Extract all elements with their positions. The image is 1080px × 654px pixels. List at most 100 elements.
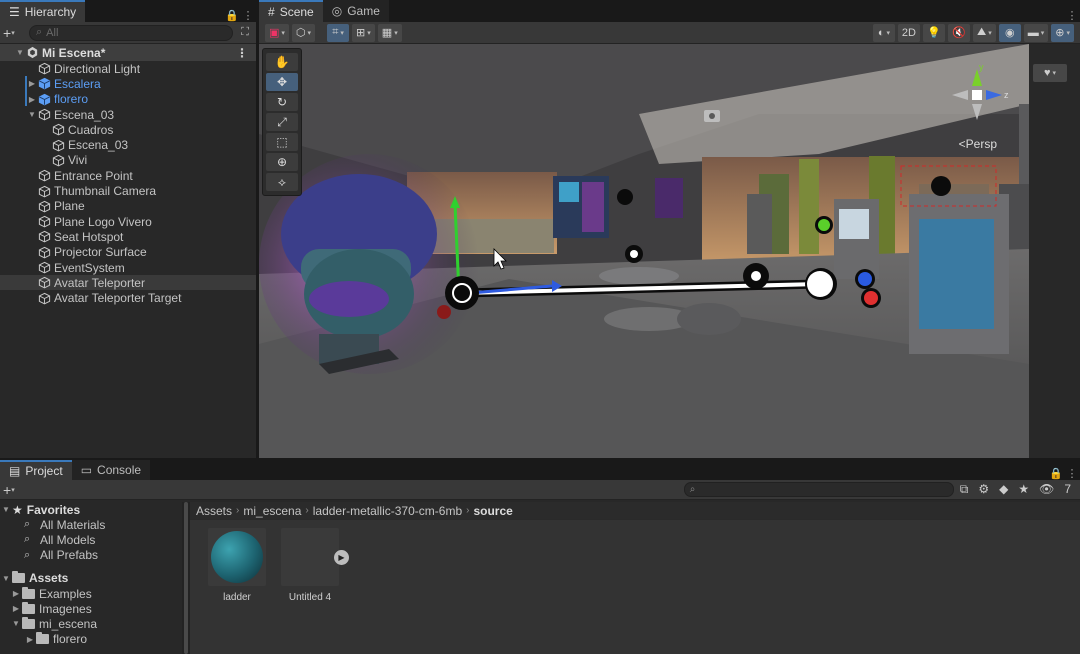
lighting-toggle-button[interactable]: 💡 (922, 23, 945, 42)
favorites-arrow-icon[interactable]: ▼ (0, 505, 12, 514)
search-by-label-icon[interactable]: ⚙ (978, 482, 989, 497)
tree-scrollbar[interactable] (184, 502, 188, 654)
collapse-arrow-icon[interactable]: ▶ (24, 635, 36, 644)
hierarchy-search-input[interactable]: ⌕ All (29, 24, 233, 41)
custom-tool-button[interactable]: ⟡ (266, 173, 298, 191)
favorites-row[interactable]: ▼ ★ Favorites (0, 502, 182, 517)
audio-toggle-button[interactable]: 🔇 (947, 23, 970, 42)
hierarchy-item[interactable]: Vivi (0, 153, 256, 168)
breadcrumb-item[interactable]: Assets (196, 504, 232, 518)
hierarchy-item[interactable]: ▶ florero (0, 92, 256, 107)
hierarchy-item[interactable]: Thumbnail Camera (0, 183, 256, 198)
transform-tool-button[interactable]: ⊕ (266, 153, 298, 171)
breadcrumb-item[interactable]: ladder-metallic-370-cm-6mb (313, 504, 462, 518)
hierarchy-item[interactable]: Escena_03 (0, 137, 256, 152)
hierarchy-item[interactable]: Entrance Point (0, 168, 256, 183)
rect-tool-button[interactable]: ⬚ (266, 133, 298, 151)
scene-visibility-icon[interactable]: ⛶ (237, 26, 253, 39)
orientation-gizmo[interactable]: y z (939, 64, 1019, 134)
hierarchy-item[interactable]: EventSystem (0, 260, 256, 275)
grid-snap-button[interactable]: ⌗ ▾ (327, 23, 350, 42)
project-more-icon[interactable]: ⋮ (1064, 467, 1080, 480)
project-lock-icon[interactable]: 🔒 (1048, 467, 1064, 480)
hierarchy-item[interactable]: Plane (0, 199, 256, 214)
shading-button[interactable]: ⬡ ▾ (291, 23, 316, 42)
tab-project[interactable]: ▤ Project (0, 460, 72, 480)
tag-icon[interactable]: ◆ (999, 482, 1008, 497)
assets-row[interactable]: ▼ Assets (0, 571, 182, 586)
hierarchy-item[interactable]: Directional Light (0, 61, 256, 76)
collapse-arrow-icon[interactable]: ▶ (26, 79, 38, 88)
add-object-button[interactable]: + ▾ (3, 25, 25, 41)
hierarchy-item[interactable]: Avatar Teleporter Target (0, 290, 256, 305)
fav-item[interactable]: ⌕ All Models (0, 532, 182, 547)
folder-row[interactable]: ▶ Imagenes (0, 601, 182, 616)
collapse-arrow-icon[interactable]: ▶ (10, 589, 22, 598)
tab-console[interactable]: ▭ Console (71, 460, 151, 480)
hierarchy-item[interactable]: Seat Hotspot (0, 229, 256, 244)
hierarchy-item[interactable]: ▶ Escalera (0, 76, 256, 91)
hierarchy-item[interactable]: Projector Surface (0, 245, 256, 260)
scene-more-menu-icon[interactable]: ⋮ (1064, 9, 1080, 22)
overlay-menu-button[interactable]: ♥ ▾ (1033, 64, 1067, 82)
move-tool-button[interactable]: ✥ (266, 73, 298, 91)
asset-tile-untitled[interactable]: ▶ Untitled 4 (280, 528, 349, 603)
perspective-label[interactable]: <Persp (959, 137, 997, 151)
scale-tool-button[interactable]: ⤢ (266, 113, 298, 131)
more-icon[interactable]: ⋮ (240, 9, 256, 22)
hierarchy-item[interactable]: Avatar Teleporter (0, 275, 256, 291)
create-asset-button[interactable]: + ▾ (3, 482, 25, 498)
folder-tab-icon: ▤ (9, 464, 21, 478)
rotate-tool-button[interactable]: ↻ (266, 93, 298, 111)
effects-button[interactable]: ⛰ ▾ (972, 23, 996, 42)
project-toolbar-icons: ⧉ ⚙ ◆ ★ 👁 7 (960, 482, 1077, 497)
tab-scene[interactable]: # Scene (259, 0, 323, 22)
expand-arrow-icon[interactable]: ▼ (10, 619, 22, 628)
gizmos-button[interactable]: ⊕ ▾ (1051, 23, 1074, 42)
grid-visibility-button[interactable]: ▦ ▾ (377, 23, 402, 42)
expand-arrow-icon[interactable]: ▼ (26, 110, 38, 119)
folder-row[interactable]: ▼ mi_escena (0, 616, 182, 631)
lock-icon[interactable]: 🔒 (224, 9, 240, 22)
scene-viewport[interactable]: ✋ ✥ ↻ ⤢ ⬚ ⊕ ⟡ y z <Persp (259, 44, 1029, 458)
hierarchy-item[interactable]: Cuadros (0, 122, 256, 137)
tree-splitter[interactable] (182, 502, 190, 654)
tab-hierarchy[interactable]: ☰ Hierarchy (0, 0, 86, 22)
hand-tool-button[interactable]: ✋ (266, 53, 298, 71)
expand-arrow-icon[interactable]: ▼ (14, 48, 26, 57)
assets-arrow-icon[interactable]: ▼ (0, 574, 12, 583)
hidden-objects-button[interactable]: ◉ (998, 23, 1021, 42)
increment-snap-button[interactable]: ⊞ ▾ (352, 23, 375, 42)
breadcrumb-item[interactable]: mi_escena (243, 504, 301, 518)
folder-row[interactable]: ▶ Examples (0, 586, 182, 601)
toggle-2d-button[interactable]: 2D (897, 23, 920, 42)
scene-row[interactable]: ▼ Mi Escena* ⋮ (0, 44, 256, 61)
play-icon[interactable]: ▶ (334, 550, 349, 565)
sphere-shading-icon: ◐ (877, 26, 885, 39)
camera-settings-button[interactable]: ▬ ▾ (1023, 23, 1049, 42)
folder-row[interactable]: ▶ florero (0, 632, 182, 647)
breadcrumb-current[interactable]: source (473, 504, 512, 518)
hierarchy-item-label: Vivi (68, 153, 88, 168)
tab-game[interactable]: ◎ Game (322, 0, 389, 22)
asset-tile-ladder[interactable]: ladder (207, 528, 267, 603)
project-search-input[interactable]: ⌕ (683, 482, 954, 497)
hierarchy-item[interactable]: Plane Logo Vivero (0, 214, 256, 229)
fav-item[interactable]: ⌕ All Prefabs (0, 548, 182, 563)
scene-tabbar: # Scene ◎ Game ⋮ (259, 0, 1080, 22)
hierarchy-item[interactable]: ▼ Escena_03 (0, 107, 256, 122)
scene-more-icon[interactable]: ⋮ (236, 46, 248, 60)
project-tabbar: ▤ Project ▭ Console 🔒 ⋮ (0, 460, 1080, 480)
draw-mode-button[interactable]: ▣ ▾ (265, 23, 289, 42)
gameobject-cube-icon (38, 108, 51, 121)
folder-icon (22, 616, 35, 629)
favorites-star-icon: ★ (12, 502, 23, 517)
hierarchy-item-label: florero (54, 92, 89, 107)
favorite-star-icon[interactable]: ★ (1018, 482, 1029, 497)
fav-item[interactable]: ⌕ All Materials (0, 517, 182, 532)
search-by-type-icon[interactable]: ⧉ (960, 482, 969, 497)
collapse-arrow-icon[interactable]: ▶ (10, 604, 22, 613)
collapse-arrow-icon[interactable]: ▶ (26, 95, 38, 104)
hidden-packages-icon[interactable]: 👁 (1039, 482, 1054, 497)
shading-mode-button[interactable]: ◐ ▾ (872, 23, 895, 42)
